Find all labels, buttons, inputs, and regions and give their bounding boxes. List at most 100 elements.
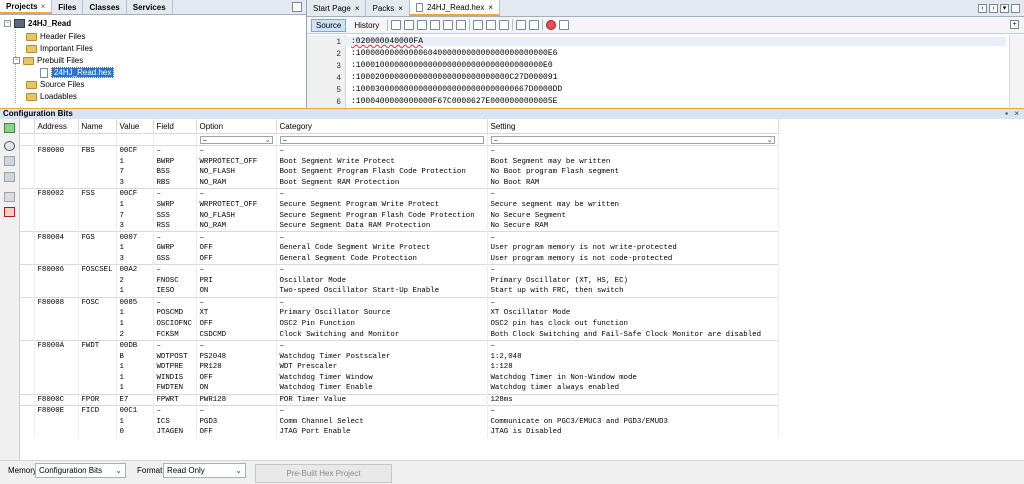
cell-option[interactable]: NO_RAM (196, 177, 277, 189)
toggle-highlight-icon[interactable] (473, 20, 484, 30)
cell-option[interactable]: NO_FLASH (196, 167, 277, 178)
cell-option[interactable]: NO_FLASH (196, 210, 277, 221)
register-row[interactable]: F80000 FBS 00CF – – – – (20, 144, 779, 157)
register-row[interactable]: F8000E FICD 00C1– – – – (20, 405, 779, 417)
forward-icon[interactable] (417, 20, 428, 30)
tab-services[interactable]: Services (126, 0, 173, 14)
shift-right-icon[interactable] (529, 20, 540, 30)
bitfield-row[interactable]: 3 GSS OFF General Segment Code Protection Us… (20, 253, 779, 265)
bitfield-row[interactable]: 1 OSCIOFNC OFF OSC2 Pin Function OSC2 pin ha… (20, 318, 779, 330)
column-header-name[interactable]: Name (78, 119, 117, 134)
cell-option[interactable]: – (196, 231, 277, 243)
cell-option[interactable]: OFF (196, 242, 277, 254)
cell-option[interactable]: – (196, 264, 277, 276)
editor-scrollbar[interactable] (1009, 35, 1024, 108)
memory-select[interactable]: Configuration Bits ⌄ (35, 463, 126, 478)
refresh-icon[interactable] (4, 172, 15, 182)
register-row[interactable]: F80008 FOSC 0085– – – – (20, 296, 779, 309)
tab-files[interactable]: Files (52, 0, 84, 14)
minimize-panel-icon[interactable] (292, 2, 302, 12)
scroll-right-icon[interactable]: › (989, 3, 998, 13)
tree-item-hex-file[interactable]: 24HJ_Read.hex (40, 67, 115, 78)
register-row[interactable]: F80006 FOSCSEL 00A2– – – – (20, 264, 779, 276)
cell-option[interactable]: ON (196, 286, 277, 298)
next-bookmark-icon[interactable] (499, 20, 510, 30)
scroll-left-icon[interactable]: ‹ (978, 3, 987, 13)
column-header-category[interactable]: Category (276, 119, 488, 134)
cell-option[interactable]: OFF (196, 427, 277, 438)
close-icon[interactable]: × (41, 2, 46, 11)
tree-item-project[interactable]: − 24HJ_Read (4, 18, 71, 29)
cell-option[interactable]: PS2048 (196, 351, 277, 362)
close-icon[interactable]: × (398, 4, 403, 13)
tree-item-source-files[interactable]: Source Files (26, 79, 84, 90)
column-header-address[interactable]: Address (34, 119, 79, 134)
find-previous-icon[interactable] (430, 20, 441, 30)
cell-option[interactable]: – (196, 296, 277, 309)
column-header-field[interactable]: Field (153, 119, 197, 134)
cell-option[interactable]: NO_RAM (196, 220, 277, 232)
prebuilt-hex-project-button[interactable]: Pre-Built Hex Project (255, 464, 392, 483)
cell-option[interactable]: CSDCMD (196, 329, 277, 341)
stop-macro-icon[interactable] (559, 20, 570, 30)
format-select[interactable]: Read Only ⌄ (163, 463, 246, 478)
cell-option[interactable]: WRPROTECT_OFF (196, 199, 277, 211)
tree-item-header-files[interactable]: Header Files (26, 31, 85, 42)
chevron-down-icon[interactable]: ▾ (1000, 3, 1009, 13)
option-filter-dropdown[interactable]: – ⌄ (199, 135, 273, 145)
register-row[interactable]: F80004 FGS 0007– – – – (20, 231, 779, 243)
bitfield-row[interactable]: 7 SSS NO_FLASH Secure Segment Program Flash… (20, 210, 779, 221)
cell-option[interactable]: ON (196, 383, 277, 395)
maximize-icon[interactable] (1011, 3, 1020, 13)
split-editor-icon[interactable]: + (1010, 20, 1019, 29)
pdf-icon[interactable] (4, 207, 15, 217)
cell-option[interactable]: OFF (196, 318, 277, 330)
tab-classes[interactable]: Classes (83, 0, 127, 14)
cell-option[interactable]: WRPROTECT_OFF (196, 156, 277, 168)
cell-option[interactable]: – (196, 188, 277, 200)
cell-option[interactable]: OFF (196, 253, 277, 265)
tree-item-important-files[interactable]: Important Files (26, 43, 93, 54)
cell-option[interactable]: – (196, 339, 277, 352)
close-icon[interactable]: × (355, 4, 360, 13)
cell-option[interactable]: – (196, 405, 277, 417)
bitfield-row[interactable]: 1 IESO ON Two-speed Oscillator Start-Up Ena… (20, 286, 779, 298)
cell-option[interactable]: XT (196, 308, 277, 319)
column-header-value[interactable]: Value (116, 119, 154, 134)
tree-item-prebuilt-files[interactable]: − Prebuilt Files (13, 55, 83, 66)
tab-hex-file[interactable]: 24HJ_Read.hex × (409, 0, 500, 16)
cell-option[interactable]: PWR128 (196, 393, 277, 406)
save-icon[interactable] (4, 192, 15, 202)
tab-packs[interactable]: Packs × (366, 0, 410, 16)
bitfield-row[interactable]: 0 JTAGEN OFF JTAG Port Enable JTAG is Disabl… (20, 427, 779, 438)
bitfield-row[interactable]: 1 WINDIS OFF Watchdog Timer Window Watchdog … (20, 372, 779, 384)
last-edit-icon[interactable] (391, 20, 402, 30)
category-filter-dropdown[interactable]: – (279, 135, 484, 145)
bitfield-row[interactable]: 1 POSCMD XT Primary Oscillator Source XT Osc… (20, 308, 779, 319)
search-icon[interactable] (4, 141, 15, 151)
register-row[interactable]: F80002 FSS 00CF – – – – (20, 188, 779, 200)
program-config-icon[interactable] (4, 156, 15, 166)
collapse-icon[interactable]: − (4, 20, 11, 27)
shift-left-icon[interactable] (516, 20, 527, 30)
bitfield-row[interactable]: 3 RSS NO_RAM Secure Segment Data RAM Protec… (20, 220, 779, 232)
register-row[interactable]: F8000C FPOR E7 FPWRT PWR128 POR Timer Value 12… (20, 393, 779, 406)
bitfield-row[interactable]: 2 FCKSM CSDCMD Clock Switching and Monitor B… (20, 329, 779, 341)
close-icon[interactable]: × (488, 3, 493, 12)
column-header-setting[interactable]: Setting (487, 119, 779, 134)
history-button[interactable]: History (349, 19, 384, 32)
bitfield-row[interactable]: 1 BWRP WRPROTECT_OFF Boot Segment Write Pro… (20, 156, 779, 168)
back-icon[interactable] (404, 20, 415, 30)
collapse-icon[interactable]: − (13, 57, 20, 64)
close-icon[interactable]: × (1014, 109, 1019, 119)
register-row[interactable]: F8000A FWDT 00DB – – – – (20, 339, 779, 352)
bitfield-row[interactable]: 1 SWRP WRPROTECT_OFF Secure Segment Program… (20, 199, 779, 211)
bitfield-row[interactable]: 1 FWDTEN ON Watchdog Timer Enable Watchdog t… (20, 383, 779, 395)
tree-item-loadables[interactable]: Loadables (26, 91, 77, 102)
bitfield-row[interactable]: 2 FNOSC PRI Oscillator Mode Primary Oscillat… (20, 275, 779, 287)
column-header-option[interactable]: Option (196, 119, 277, 134)
toggle-bookmark-icon[interactable] (486, 20, 497, 30)
code-area[interactable]: 1 2 3 4 5 6 :020000040000FA :10000000000… (307, 35, 1024, 108)
bitfield-row[interactable]: 3 RBS NO_RAM Boot Segment RAM Protection No … (20, 177, 779, 189)
bitfield-row[interactable]: B WDTPOST PS2048 Watchdog Timer Postscaler 1… (20, 351, 779, 362)
